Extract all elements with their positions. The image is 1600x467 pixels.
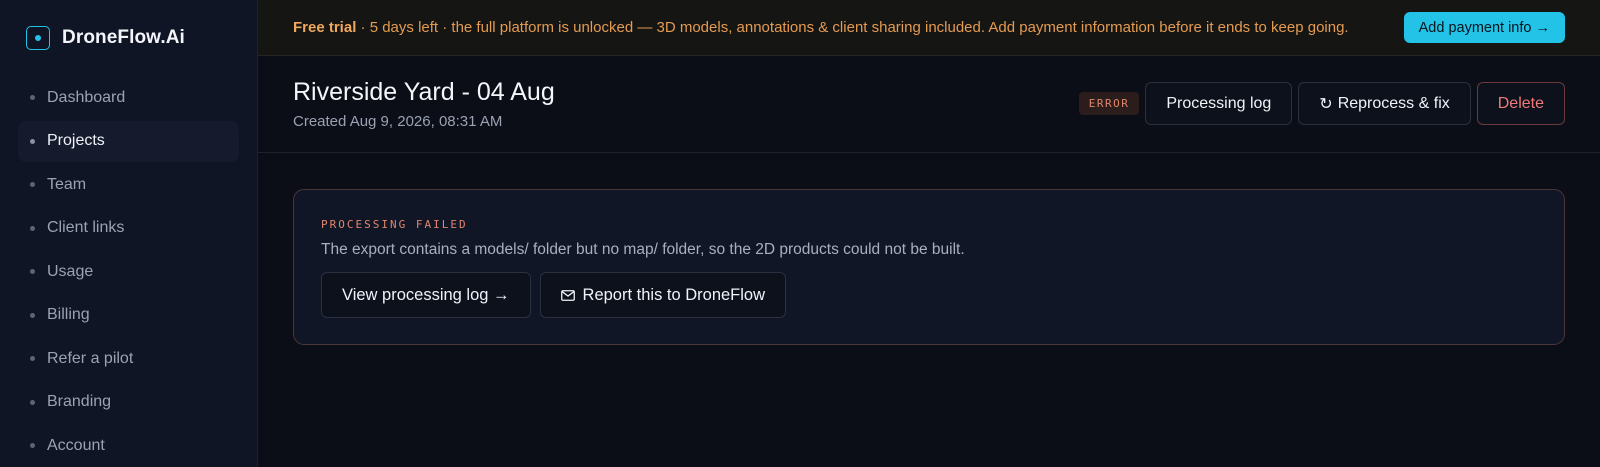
sidebar-item-label: Team (47, 175, 87, 193)
trial-message: · 5 days left · the full platform is unl… (356, 19, 1349, 36)
alert-message: The export contains a models/ folder but… (321, 241, 965, 258)
sidebar-item-label: Account (47, 436, 105, 454)
bullet-icon (30, 399, 35, 405)
sidebar-item-billing[interactable]: Billing (18, 295, 239, 336)
brand-name: DroneFlow.Ai (62, 27, 185, 48)
trial-banner: Free trial · 5 days left · the full plat… (258, 0, 1600, 56)
bullet-icon (30, 95, 35, 100)
trial-label: Free trial (293, 19, 357, 36)
sidebar-item-refer-a-pilot[interactable]: Refer a pilot (18, 338, 239, 379)
sidebar-item-account[interactable]: Account (18, 425, 239, 466)
sidebar-item-label: Dashboard (47, 88, 126, 106)
project-header: Riverside Yard - 04 Aug Created Aug 9, 2… (258, 56, 1600, 153)
sidebar-item-dashboard[interactable]: Dashboard (18, 77, 239, 118)
drone-logo-icon (26, 26, 50, 50)
sidebar-item-projects[interactable]: Projects (18, 120, 239, 162)
created-date: Created Aug 9, 2026, 08:31 AM (293, 113, 503, 130)
mail-icon (560, 289, 575, 301)
bullet-icon (30, 225, 35, 231)
bullet-icon (30, 312, 35, 318)
reprocess-label: Reprocess & fix (1337, 94, 1450, 112)
sidebar-item-label: Billing (47, 306, 90, 323)
app-root: DroneFlow.Ai Dashboard Projects Team Cli… (0, 0, 1600, 467)
add-payment-info-button[interactable]: Add payment info → (1403, 12, 1565, 43)
alert-eyebrow: PROCESSING FAILED (321, 218, 468, 231)
bullet-icon (30, 138, 35, 144)
processing-log-label: Processing log (1166, 94, 1272, 112)
sidebar-item-label: Usage (47, 262, 94, 280)
bullet-icon (30, 269, 35, 274)
bullet-icon (30, 356, 35, 361)
sidebar-item-team[interactable]: Team (18, 164, 239, 205)
alert-actions: View processing log → Report this to Dro… (321, 272, 787, 318)
view-processing-log-button[interactable]: View processing log → (321, 272, 531, 318)
sidebar-item-client-links[interactable]: Client links (18, 208, 239, 249)
sidebar-item-usage[interactable]: Usage (18, 251, 239, 292)
reprocess-button[interactable]: ↻ Reprocess & fix (1298, 82, 1471, 125)
page-title: Riverside Yard - 04 Aug (293, 78, 555, 106)
project-actions: ERROR Processing log ↻ Reprocess & fix D… (1078, 82, 1565, 125)
sidebar-nav: Dashboard Projects Team Client links Usa… (18, 77, 239, 467)
sidebar-item-label: Refer a pilot (47, 349, 134, 367)
sidebar: DroneFlow.Ai Dashboard Projects Team Cli… (0, 0, 258, 467)
bullet-icon (30, 443, 35, 448)
status-badge: ERROR (1078, 92, 1140, 115)
delete-label: Delete (1497, 94, 1544, 112)
sidebar-item-branding[interactable]: Branding (18, 382, 239, 423)
brand[interactable]: DroneFlow.Ai (26, 26, 185, 50)
delete-button[interactable]: Delete (1476, 82, 1565, 125)
trial-banner-text: Free trial · 5 days left · the full plat… (293, 19, 1349, 36)
report-button[interactable]: Report this to DroneFlow (539, 272, 787, 318)
processing-failed-alert: PROCESSING FAILED The export contains a … (293, 189, 1565, 345)
view-log-label: View processing log → (342, 285, 510, 304)
bullet-icon (30, 182, 35, 187)
sidebar-item-label: Projects (47, 132, 105, 149)
sidebar-item-label: Branding (47, 393, 112, 410)
sidebar-item-label: Client links (47, 219, 125, 236)
refresh-icon: ↻ (1319, 95, 1333, 113)
processing-log-button[interactable]: Processing log (1145, 82, 1293, 125)
main-content: Free trial · 5 days left · the full plat… (258, 0, 1600, 467)
report-label: Report this to DroneFlow (582, 285, 766, 304)
